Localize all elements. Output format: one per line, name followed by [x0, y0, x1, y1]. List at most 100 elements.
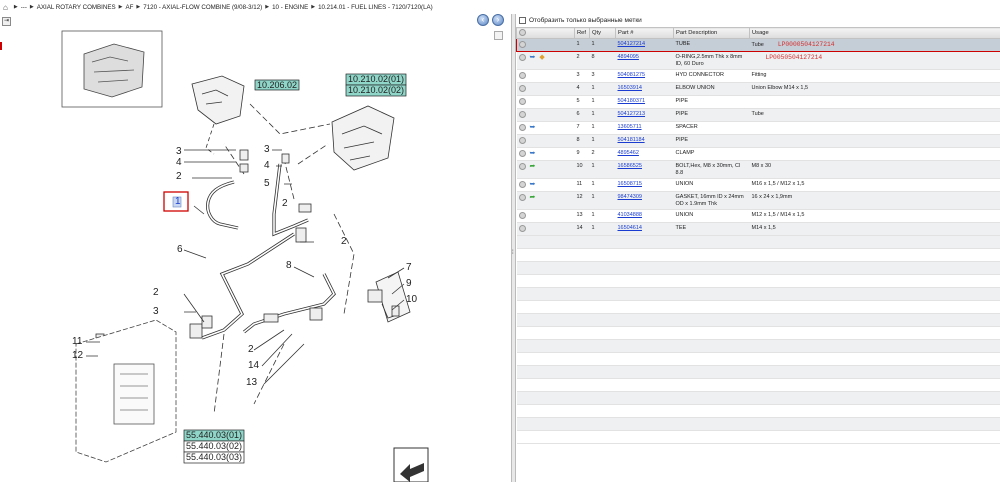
callout[interactable]: 14 — [248, 360, 259, 371]
part-number-link[interactable]: 16508715 — [618, 181, 642, 187]
substitute-part-icon[interactable]: ➦ — [530, 163, 536, 170]
part-number-link[interactable]: 504180371 — [618, 98, 646, 104]
table-row[interactable]: ➥924895462CLAMP — [517, 148, 1000, 161]
row-actions[interactable]: ➦ — [517, 192, 575, 210]
select-row-icon[interactable] — [519, 72, 526, 79]
row-actions[interactable] — [517, 96, 575, 109]
callout[interactable]: 11 — [72, 336, 82, 347]
callout[interactable]: 5 — [264, 178, 270, 189]
select-row-icon[interactable] — [519, 212, 526, 219]
part-number-link[interactable]: 16586525 — [618, 163, 642, 169]
part-number-link[interactable]: 4895462 — [618, 150, 639, 156]
callout[interactable]: 3 — [153, 306, 159, 317]
callout[interactable]: 2 — [153, 287, 159, 298]
row-actions[interactable]: ➥ — [517, 148, 575, 161]
table-row[interactable]: ➦12198474309GASKET, 16mm ID x 24mm OD x … — [517, 192, 1000, 210]
column-header-usage[interactable]: Usage — [750, 28, 1000, 39]
zoom-toggle-icon[interactable] — [494, 31, 503, 40]
table-row[interactable]: ➦10116586525BOLT,Hex, M8 x 30mm, Cl 8.8M… — [517, 161, 1000, 179]
breadcrumb-item[interactable]: AF — [125, 4, 133, 11]
breadcrumb-item[interactable]: 10.214.01 - FUEL LINES - 7120/7120(LA) — [318, 4, 433, 11]
row-actions[interactable]: ➥◆ — [517, 52, 575, 70]
select-row-icon[interactable] — [519, 225, 526, 232]
column-header-qty[interactable]: Qty — [590, 28, 616, 39]
select-row-icon[interactable] — [519, 54, 526, 61]
reference-link[interactable]: 10.210.02(01) — [346, 74, 406, 85]
select-row-icon[interactable] — [519, 124, 526, 131]
replacement-info-icon[interactable]: ➥ — [530, 150, 536, 157]
column-header-part[interactable]: Part # — [616, 28, 674, 39]
breadcrumb-item[interactable]: --- — [21, 4, 27, 11]
callout[interactable]: 3 — [264, 144, 270, 155]
callout[interactable]: 9 — [406, 278, 412, 289]
callout[interactable]: 7 — [406, 262, 412, 273]
part-number-link[interactable]: 504127213 — [618, 111, 646, 117]
row-actions[interactable] — [517, 210, 575, 223]
table-row[interactable]: 14116504614TEEM14 x 1,5 — [517, 223, 1000, 236]
select-row-icon[interactable] — [519, 111, 526, 118]
previous-page-button[interactable]: ‹ — [477, 14, 489, 26]
select-row-icon[interactable] — [519, 150, 526, 157]
table-row[interactable]: 61504127213PIPETube — [517, 109, 1000, 122]
part-number-link[interactable]: 504081275 — [618, 72, 646, 78]
column-header-description[interactable]: Part Description — [674, 28, 750, 39]
select-row-icon[interactable] — [519, 163, 526, 170]
part-number-link[interactable]: 16504614 — [618, 225, 642, 231]
table-row[interactable]: ➥7113605711SPACER — [517, 122, 1000, 135]
parts-diagram[interactable]: ‹ › — [14, 14, 510, 482]
table-row[interactable]: ➥◆284894095O-RING,2.5mm Thk x 8mm ID, 60… — [517, 52, 1000, 70]
table-row[interactable]: 33504081275HYD CONNECTORFitting — [517, 70, 1000, 83]
row-actions[interactable]: ➥ — [517, 179, 575, 192]
callout[interactable]: 6 — [177, 244, 183, 255]
table-row[interactable]: 51504180371PIPE — [517, 96, 1000, 109]
reference-link[interactable]: 10.210.02(02) — [346, 85, 406, 96]
column-header-ref[interactable]: Ref — [575, 28, 590, 39]
next-page-button[interactable]: › — [492, 14, 504, 26]
part-number-link[interactable]: 4894095 — [618, 54, 639, 60]
row-actions[interactable] — [517, 39, 575, 52]
select-row-icon[interactable] — [519, 85, 526, 92]
select-row-icon[interactable] — [519, 137, 526, 144]
breadcrumb-item[interactable]: 10 - ENGINE — [272, 4, 308, 11]
part-number-link[interactable]: 504127214 — [618, 41, 646, 47]
part-number-link[interactable]: 16503914 — [618, 85, 642, 91]
callout[interactable]: 8 — [286, 260, 292, 271]
settings-icon[interactable] — [519, 29, 526, 36]
row-actions[interactable] — [517, 83, 575, 96]
callout[interactable]: 13 — [246, 377, 257, 388]
select-row-icon[interactable] — [519, 41, 526, 48]
substitute-part-icon[interactable]: ➦ — [530, 194, 536, 201]
table-row[interactable]: 11504127214TUBETubeLP0000504127214 — [517, 39, 1000, 52]
reference-link[interactable]: 55.440.03(01) — [184, 430, 244, 441]
collapse-panel-icon[interactable]: ⇥ — [2, 17, 11, 26]
callout[interactable]: 10 — [406, 294, 417, 305]
row-actions[interactable] — [517, 70, 575, 83]
table-row[interactable]: 4116503914ELBOW UNIONUnion Elbow M14 x 1… — [517, 83, 1000, 96]
table-row[interactable]: 13141034888UNIONM12 x 1,5 / M14 x 1,5 — [517, 210, 1000, 223]
row-actions[interactable]: ➥ — [517, 122, 575, 135]
callout[interactable]: 2 — [282, 198, 288, 209]
select-row-icon[interactable] — [519, 181, 526, 188]
kit-icon[interactable]: ◆ — [539, 54, 544, 61]
select-row-icon[interactable] — [519, 194, 526, 201]
breadcrumb-item[interactable]: AXIAL ROTARY COMBINES — [37, 4, 116, 11]
part-number-link[interactable]: 13605711 — [618, 124, 642, 130]
callout[interactable]: 4 — [264, 160, 270, 171]
row-actions[interactable] — [517, 135, 575, 148]
home-icon[interactable]: ⌂ — [3, 3, 8, 12]
breadcrumb-item[interactable]: 7120 - AXIAL-FLOW COMBINE (9/08-3/12) — [143, 4, 262, 11]
callout[interactable]: 3 — [176, 146, 182, 157]
replacement-info-icon[interactable]: ➥ — [530, 181, 536, 188]
table-row[interactable]: 81504181184PIPE — [517, 135, 1000, 148]
select-row-icon[interactable] — [519, 98, 526, 105]
callout-1[interactable]: 1 — [175, 196, 181, 207]
callout[interactable]: 2 — [176, 171, 182, 182]
replacement-info-icon[interactable]: ➥ — [530, 54, 536, 61]
filter-checkbox[interactable] — [519, 17, 526, 24]
row-actions[interactable] — [517, 223, 575, 236]
callout[interactable]: 2 — [248, 344, 254, 355]
reference-link[interactable]: 10.206.02 — [255, 80, 299, 90]
callout[interactable]: 2 — [341, 236, 347, 247]
replacement-info-icon[interactable]: ➥ — [530, 124, 536, 131]
filter-selected-only[interactable]: Отобразить только выбранные метки — [516, 14, 1000, 27]
